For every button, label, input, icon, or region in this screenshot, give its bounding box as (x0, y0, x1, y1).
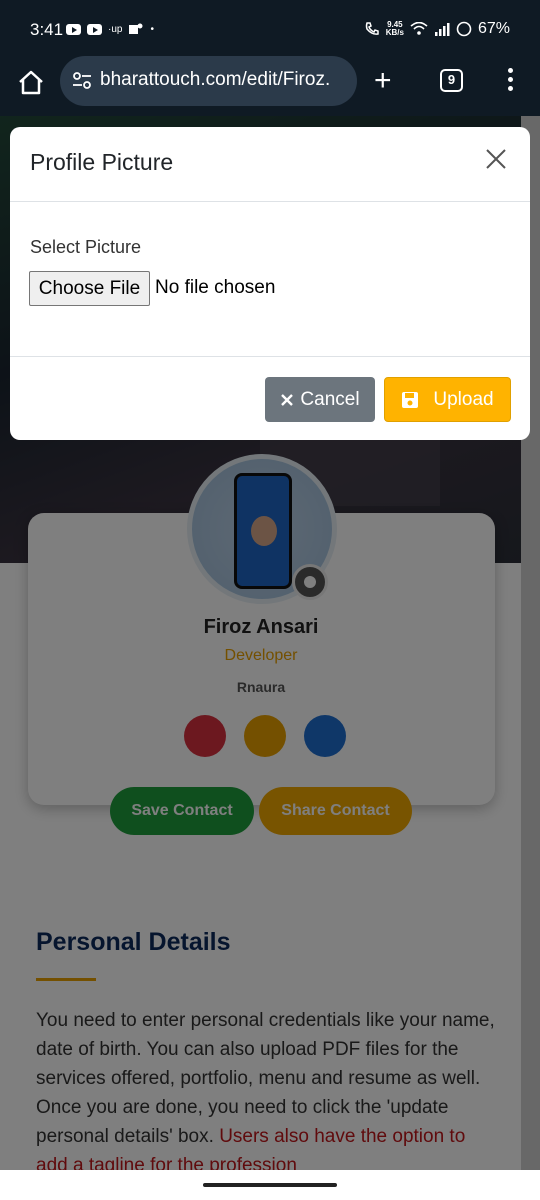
new-tab-button[interactable]: + (374, 66, 392, 96)
status-bar: 3:41 ·up • 9.45 KB/s 67% (0, 0, 540, 56)
close-button[interactable] (484, 147, 508, 171)
gesture-handle[interactable] (203, 1183, 337, 1187)
modal-divider (10, 356, 530, 357)
youtube-icon (87, 23, 102, 35)
more-notifications-dot: • (150, 23, 154, 35)
url-text[interactable]: bharattouch.com/edit/Firoz. (100, 69, 350, 91)
tab-switcher-button[interactable]: 9 (440, 69, 463, 92)
x-icon (281, 393, 294, 406)
call-icon (365, 22, 379, 35)
teams-icon (129, 23, 143, 34)
system-nav-bar (0, 1170, 540, 1200)
choose-file-button[interactable]: Choose File (29, 271, 150, 306)
site-settings-icon[interactable] (72, 71, 92, 91)
battery-icon (456, 21, 472, 37)
modal-title: Profile Picture (30, 149, 174, 175)
youtube-icon (66, 23, 81, 35)
notification-icons: ·up • (66, 22, 154, 36)
profile-picture-modal: Profile Picture Select Picture Choose Fi… (10, 127, 530, 440)
address-bar[interactable]: bharattouch.com/edit/Firoz. (60, 56, 357, 106)
wifi-icon (410, 22, 428, 35)
upload-label: Upload (433, 388, 494, 410)
close-icon (486, 149, 506, 169)
browser-menu-button[interactable] (506, 68, 514, 94)
home-icon (19, 70, 43, 95)
browser-toolbar: bharattouch.com/edit/Firoz. + 9 (0, 56, 540, 116)
signal-icon (434, 23, 450, 36)
status-time: 3:41 (30, 20, 64, 39)
home-button[interactable] (16, 68, 46, 98)
net-speed: 9.45 KB/s (385, 20, 404, 37)
save-icon (402, 391, 419, 408)
system-icons: 9.45 KB/s 67% (364, 20, 510, 38)
file-status-text: No file chosen (155, 277, 276, 298)
up-indicator: ·up (108, 23, 123, 35)
cancel-button[interactable]: Cancel (265, 377, 375, 422)
modal-divider (10, 201, 530, 202)
upload-button[interactable]: Upload (384, 377, 511, 422)
cancel-label: Cancel (300, 388, 360, 410)
select-picture-label: Select Picture (30, 237, 142, 257)
battery-level: 67% (477, 20, 510, 37)
